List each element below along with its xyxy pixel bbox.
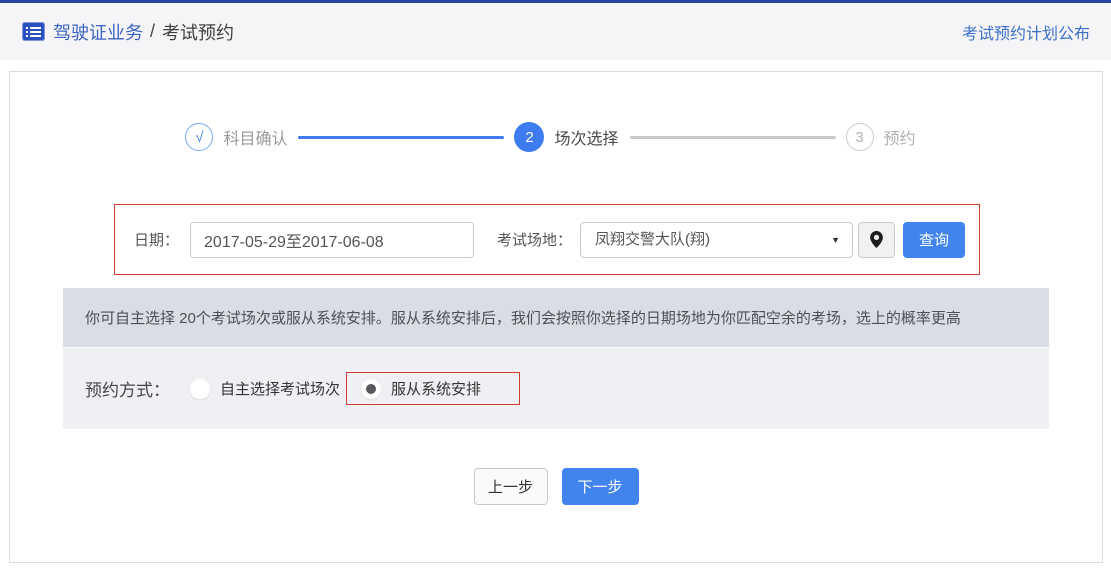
venue-label: 考试场地： [497, 232, 573, 249]
exam-plan-link[interactable]: 考试预约计划公布 [962, 20, 1090, 44]
breadcrumb-separator: / [150, 21, 156, 41]
stepper-connector-done [298, 135, 505, 139]
breadcrumb-primary[interactable]: 驾驶证业务 [53, 19, 143, 45]
breadcrumb: 驾驶证业务 / 考试预约 [22, 19, 234, 45]
step-2-circle: 2 [514, 122, 545, 152]
radio-option-label: 自主选择考试场次 [220, 381, 341, 398]
location-pin-icon [870, 231, 883, 248]
breadcrumb-secondary: 考试预约 [162, 22, 235, 43]
radio-icon[interactable] [361, 378, 382, 399]
stepper: √ 科目确认 2 场次选择 3 预约 [10, 122, 1102, 152]
notice-text: 你可自主选择 20个考试场次或服从系统安排。服从系统安排后，我们会按照你选择的日… [85, 310, 961, 327]
previous-step-button[interactable]: 上一步 [473, 468, 548, 505]
venue-select-value: 凤翔交警大队(翔) [595, 230, 711, 248]
step-2-label: 场次选择 [554, 131, 619, 148]
location-button[interactable] [858, 221, 896, 258]
booking-method-label: 预约方式： [85, 381, 170, 400]
radio-option-system-arrange[interactable]: 服从系统安排 [361, 378, 481, 399]
radio-option-label: 服从系统安排 [391, 381, 482, 398]
radio-option-self-select[interactable]: 自主选择考试场次 [190, 378, 340, 399]
step-1-label: 科目确认 [223, 131, 288, 148]
filter-row-highlight: 日期： 考试场地： 凤翔交警大队(翔) ▼ 查询 [114, 204, 980, 275]
list-icon [22, 22, 45, 41]
page: 驾驶证业务 / 考试预约 考试预约计划公布 √ 科目确认 2 场次选择 3 预约… [0, 0, 1111, 563]
search-button[interactable]: 查询 [903, 221, 966, 258]
footer-actions: 上一步 下一步 [10, 468, 1102, 505]
step-3-circle: 3 [845, 123, 874, 151]
date-range-input[interactable] [190, 221, 475, 258]
main-card: √ 科目确认 2 场次选择 3 预约 日期： 考试场地： 凤翔交警大队(翔) ▼… [9, 71, 1103, 563]
chevron-down-icon: ▼ [831, 234, 841, 245]
booking-method-section: 预约方式： 自主选择考试场次 服从系统安排 [63, 348, 1049, 429]
step-3-label: 预约 [883, 131, 916, 148]
header: 驾驶证业务 / 考试预约 考试预约计划公布 [0, 3, 1111, 60]
selected-option-highlight: 服从系统安排 [346, 372, 521, 405]
notice-bar: 你可自主选择 20个考试场次或服从系统安排。服从系统安排后，我们会按照你选择的日… [63, 288, 1049, 347]
next-step-button[interactable]: 下一步 [561, 468, 639, 505]
step-1-check-icon: √ [185, 123, 214, 151]
radio-icon[interactable] [190, 378, 210, 399]
date-label: 日期： [134, 232, 180, 249]
venue-select[interactable]: 凤翔交警大队(翔) ▼ [580, 221, 854, 258]
stepper-connector-pending [629, 135, 836, 139]
